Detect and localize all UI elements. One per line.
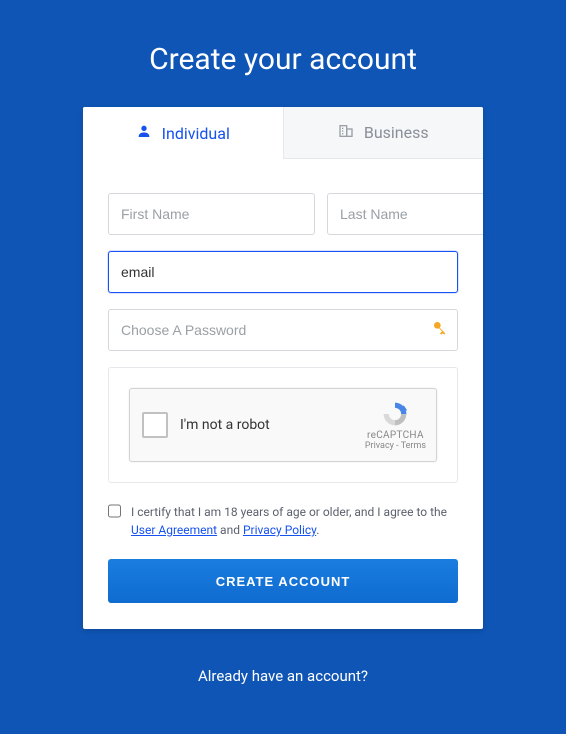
privacy-policy-link[interactable]: Privacy Policy xyxy=(243,523,316,537)
tab-individual-label: Individual xyxy=(162,124,230,143)
signup-card: Individual Business xyxy=(83,107,483,629)
password-input[interactable] xyxy=(108,309,458,351)
already-have-account-link[interactable]: Already have an account? xyxy=(0,629,566,723)
first-name-input[interactable] xyxy=(108,193,315,235)
certify-checkbox[interactable] xyxy=(108,504,121,518)
email-input[interactable] xyxy=(108,251,458,293)
captcha-label: I'm not a robot xyxy=(180,417,270,433)
tab-individual[interactable]: Individual xyxy=(83,107,283,159)
recaptcha-links: Privacy - Terms xyxy=(365,441,426,451)
recaptcha-widget[interactable]: I'm not a robot reCAPTCHA xyxy=(129,388,437,462)
certify-row[interactable]: I certify that I am 18 years of age or o… xyxy=(108,503,458,539)
person-icon xyxy=(136,123,152,143)
recaptcha-word: reCAPTCHA xyxy=(365,430,426,441)
key-icon xyxy=(432,320,448,340)
signup-form: I'm not a robot reCAPTCHA xyxy=(83,159,483,629)
certify-text: I certify that I am 18 years of age or o… xyxy=(131,503,458,539)
tab-business-label: Business xyxy=(364,123,429,142)
building-icon xyxy=(338,123,354,143)
tab-business[interactable]: Business xyxy=(283,107,484,159)
user-agreement-link[interactable]: User Agreement xyxy=(131,523,217,537)
captcha-brand: reCAPTCHA Privacy - Terms xyxy=(365,400,426,451)
recaptcha-icon xyxy=(365,400,426,428)
captcha-checkbox[interactable] xyxy=(142,412,168,438)
account-type-tabs: Individual Business xyxy=(83,107,483,159)
page-title: Create your account xyxy=(0,0,566,107)
last-name-input[interactable] xyxy=(327,193,483,235)
create-account-button[interactable]: CREATE ACCOUNT xyxy=(108,559,458,603)
captcha-container: I'm not a robot reCAPTCHA xyxy=(108,367,458,483)
